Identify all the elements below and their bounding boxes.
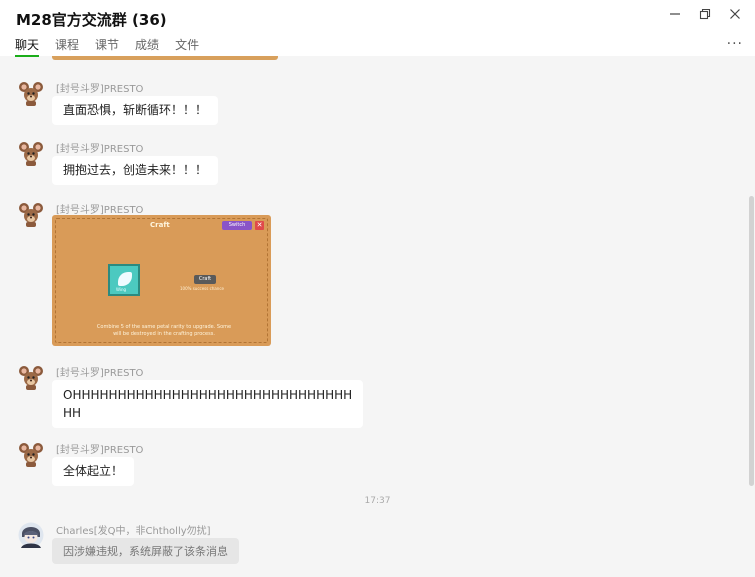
image-close-icon: ✕	[255, 221, 264, 230]
more-options-button[interactable]: ···	[727, 36, 743, 52]
message-timestamp: 17:37	[364, 496, 391, 506]
wing-label: Wing	[116, 287, 127, 292]
tab-chat[interactable]: 聊天	[15, 36, 40, 57]
craft-window-title: Craft	[150, 221, 170, 229]
sender-name[interactable]: [封号斗罗]PRESTO	[56, 201, 143, 216]
mouse-avatar-icon[interactable]	[18, 441, 44, 467]
user-avatar-icon[interactable]	[18, 522, 44, 548]
restore-icon[interactable]	[697, 6, 713, 22]
image-switch-button: Switch	[222, 221, 252, 230]
image-craft-button: Craft	[194, 275, 216, 284]
window-controls	[667, 6, 743, 22]
tab-files[interactable]: 文件	[175, 36, 199, 56]
craft-chance-text: 100% success chance	[180, 286, 225, 291]
message-bubble[interactable]: 全体起立！	[52, 457, 135, 486]
message-bubble[interactable]: 直面恐惧，斩断循环！！！	[52, 96, 219, 125]
mouse-avatar-icon[interactable]	[18, 364, 44, 390]
message-line: HH	[63, 406, 82, 420]
mouse-avatar-icon[interactable]	[18, 201, 44, 227]
sender-name[interactable]: [封号斗罗]PRESTO	[56, 140, 143, 155]
tab-bar: 聊天 课程 课节 成绩 文件	[15, 36, 199, 57]
minimize-icon[interactable]	[667, 6, 683, 22]
sender-name[interactable]: [封号斗罗]PRESTO	[56, 364, 143, 379]
message-bubble[interactable]: OHHHHHHHHHHHHHHHHHHHHHHHHHHHHHHH HH	[52, 380, 364, 428]
mouse-avatar-icon[interactable]	[18, 80, 44, 106]
group-title: M28官方交流群 (36)	[16, 11, 167, 29]
mouse-avatar-icon[interactable]	[18, 140, 44, 166]
sender-name[interactable]: [封号斗罗]PRESTO	[56, 80, 143, 95]
chat-scrollbar[interactable]	[749, 196, 754, 486]
sender-name[interactable]: Charles[发Q中，非Chtholly勿扰]	[56, 522, 211, 537]
tab-lessons[interactable]: 课节	[95, 36, 119, 56]
wing-petal-icon: Wing	[108, 264, 140, 296]
wing-shape	[118, 272, 132, 286]
blocked-message-notice: 因涉嫌违规，系统屏蔽了该条消息	[52, 538, 239, 564]
sender-name[interactable]: [封号斗罗]PRESTO	[56, 441, 143, 456]
tab-courses[interactable]: 课程	[55, 36, 79, 56]
chat-header: M28官方交流群 (36) 聊天 课程 课节 成绩 文件 ···	[0, 0, 755, 57]
previous-image-edge	[52, 56, 278, 60]
message-line: OHHHHHHHHHHHHHHHHHHHHHHHHHHHHHHH	[63, 388, 353, 402]
close-icon[interactable]	[727, 6, 743, 22]
craft-footer-text: Combine 5 of the same petal rarity to up…	[96, 324, 232, 337]
message-bubble[interactable]: 拥抱过去，创造未来！！！	[52, 156, 219, 185]
image-message[interactable]: Craft Switch ✕ Wing Craft 100% success c…	[52, 215, 271, 346]
tab-grades[interactable]: 成绩	[135, 36, 159, 56]
